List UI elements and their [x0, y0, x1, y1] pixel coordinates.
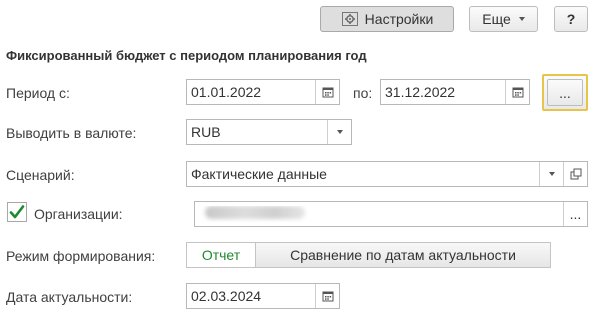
- period-from-field[interactable]: 01.01.2022: [186, 79, 340, 105]
- period-to-field[interactable]: 31.12.2022: [380, 79, 530, 105]
- period-to-value: 31.12.2022: [385, 84, 456, 100]
- actual-date-field[interactable]: 02.03.2024: [186, 283, 340, 309]
- redacted-value: [205, 206, 305, 219]
- mode-option-report[interactable]: Отчет: [186, 242, 256, 268]
- help-label: ?: [566, 11, 576, 27]
- choose-organizations-label: ...: [569, 206, 582, 222]
- mode-option-report-label: Отчет: [201, 247, 241, 263]
- open-icon[interactable]: [563, 162, 587, 186]
- currency-value: RUB: [191, 124, 221, 140]
- period-from-value: 01.01.2022: [191, 84, 262, 100]
- calendar-icon[interactable]: [315, 284, 339, 308]
- currency-label: Выводить в валюте:: [6, 125, 137, 141]
- calendar-icon[interactable]: [505, 80, 529, 104]
- chevron-down-icon[interactable]: [327, 120, 351, 144]
- settings-label: Настройки: [364, 11, 434, 27]
- organizations-value: [195, 206, 563, 222]
- more-button[interactable]: Еще: [469, 6, 538, 32]
- actual-date-value: 02.03.2024: [191, 288, 262, 304]
- calendar-icon[interactable]: [315, 80, 339, 104]
- checkmark-icon: [9, 205, 25, 219]
- settings-button[interactable]: Настройки: [320, 6, 454, 32]
- form-title: Фиксированный бюджет с периодом планиров…: [6, 48, 367, 63]
- mode-option-compare[interactable]: Сравнение по датам актуальности: [255, 242, 551, 268]
- gear-icon: [341, 10, 359, 28]
- chevron-down-icon[interactable]: [539, 162, 563, 186]
- scenario-label: Сценарий:: [6, 167, 75, 183]
- currency-select[interactable]: RUB: [186, 119, 352, 145]
- period-to-label: по:: [353, 85, 373, 101]
- help-button[interactable]: ?: [554, 6, 588, 32]
- mode-option-compare-label: Сравнение по датам актуальности: [290, 247, 516, 263]
- choose-organizations-button[interactable]: ...: [563, 202, 587, 226]
- choose-period-label: ...: [559, 84, 571, 101]
- more-label: Еще: [482, 11, 511, 27]
- choose-period-button[interactable]: ...: [542, 74, 588, 111]
- mode-label: Режим формирования:: [6, 248, 156, 264]
- scenario-select[interactable]: Фактические данные: [186, 161, 588, 187]
- organizations-label: Организации:: [34, 206, 123, 222]
- actual-date-label: Дата актуальности:: [6, 289, 133, 305]
- scenario-value: Фактические данные: [191, 166, 327, 182]
- period-label: Период с:: [6, 85, 70, 101]
- organizations-checkbox[interactable]: [7, 202, 27, 222]
- organizations-field[interactable]: ...: [194, 201, 588, 227]
- chevron-down-icon: [518, 17, 525, 21]
